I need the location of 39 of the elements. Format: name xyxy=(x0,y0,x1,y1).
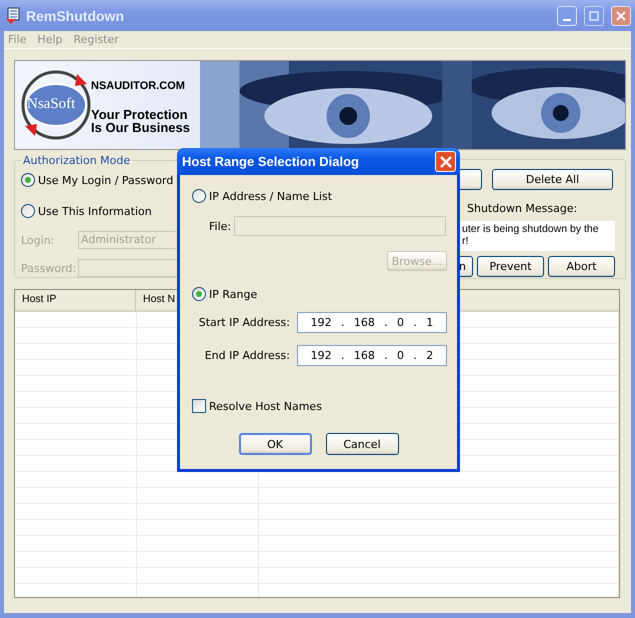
group-title: Authorization Mode xyxy=(22,154,132,167)
dialog-title: Host Range Selection Dialog xyxy=(182,154,359,169)
dialog-button[interactable]: OK xyxy=(238,433,312,455)
radio-label: IP Address / Name List xyxy=(209,190,332,202)
ip-address-field[interactable]: 192 . 168 . 0 . 1 xyxy=(297,312,447,333)
radio-button[interactable] xyxy=(21,204,35,218)
ip-address-field[interactable]: 192 . 168 . 0 . 2 xyxy=(297,345,447,366)
minimize-button[interactable] xyxy=(557,6,577,26)
message-label: Shutdown Message: xyxy=(467,202,578,215)
maximize-icon xyxy=(589,10,599,20)
app-icon xyxy=(5,6,21,24)
action-button[interactable]: Abort xyxy=(548,256,615,277)
radio-button[interactable] xyxy=(192,287,206,301)
field-label: Start IP Address: xyxy=(198,316,290,329)
slogan-line: Is Our Business xyxy=(91,121,190,134)
radio-label: IP Range xyxy=(209,288,258,300)
site-name: NSAUDITOR.COM xyxy=(91,80,186,92)
radio-button[interactable] xyxy=(192,189,206,203)
radio-label: Use This Information xyxy=(38,204,152,218)
action-button[interactable]: Prevent xyxy=(477,256,544,277)
delete-all-button[interactable]: Delete All xyxy=(492,169,613,190)
close-button[interactable] xyxy=(611,6,631,26)
field-label: Login: xyxy=(21,234,56,246)
field-label: End IP Address: xyxy=(204,349,290,362)
checkbox[interactable] xyxy=(192,399,206,413)
field-label: Password: xyxy=(21,262,78,274)
radio-label: Use My Login / Password xyxy=(38,174,174,186)
field-label: File: xyxy=(209,220,232,232)
minimize-icon xyxy=(563,18,571,20)
checkbox-label: Resolve Host Names xyxy=(209,400,322,412)
logo-text: NsaSoft xyxy=(27,96,76,113)
window-title: RemShutdown xyxy=(26,8,124,24)
close-icon xyxy=(616,10,626,20)
logo-icon xyxy=(19,68,93,142)
close-icon xyxy=(440,156,452,168)
dialog-button[interactable]: Cancel xyxy=(326,433,398,455)
column-header[interactable]: Host IP xyxy=(15,290,136,310)
slogan-line: Your Protection xyxy=(91,108,189,121)
radio-button[interactable] xyxy=(21,173,35,187)
